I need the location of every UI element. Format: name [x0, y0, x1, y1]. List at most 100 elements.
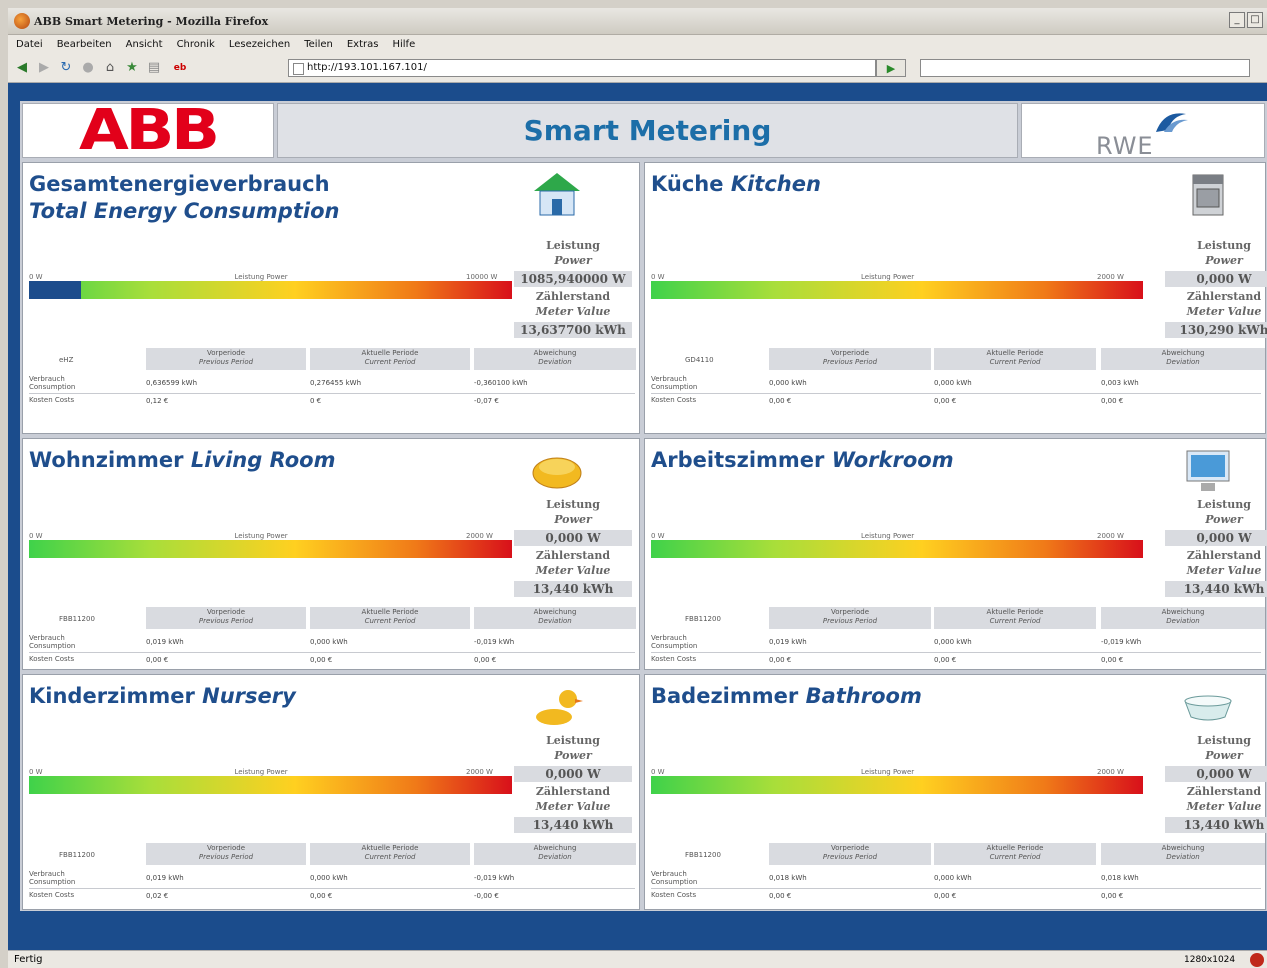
statusbar: Fertig 1280x1024 — [8, 950, 1267, 968]
panel-nursery: Kinderzimmer Nursery Leistung Power 0,000 W… — [22, 674, 640, 910]
meter-id: FBB11200 — [685, 851, 721, 859]
meter-id: FBB11200 — [59, 851, 95, 859]
scale-min: 0 W — [29, 532, 43, 540]
cost-value: 0,00 € — [769, 397, 792, 405]
menu-ansicht[interactable]: Ansicht — [126, 39, 163, 50]
maximize-button[interactable]: □ — [1247, 12, 1263, 28]
menu-teilen[interactable]: Teilen — [304, 39, 333, 50]
minimize-button[interactable]: _ — [1229, 12, 1245, 28]
col-header: Abweichung Deviation — [474, 843, 636, 865]
cost-value: -0,00 € — [474, 892, 499, 900]
forward-icon[interactable]: ▶ — [36, 60, 52, 76]
panel-workroom: Arbeitszimmer Workroom Leistung Power 0,000… — [644, 438, 1267, 670]
stop-icon[interactable]: ● — [80, 60, 96, 76]
scale-max: 2000 W — [466, 532, 493, 540]
search-input[interactable] — [920, 59, 1250, 77]
scale-min: 0 W — [651, 768, 665, 776]
consumption-value: 0,636599 kWh — [146, 379, 198, 387]
power-label: Leistung Power — [546, 239, 600, 267]
window-title: ABB Smart Metering - Mozilla Firefox — [34, 14, 269, 28]
menu-chronik[interactable]: Chronik — [177, 39, 215, 50]
consumption-table: FBB11200 Vorperiode Previous Period Aktuell… — [645, 843, 1267, 903]
meter-label: Zählerstand Meter Value — [535, 290, 611, 318]
cost-value: 0,00 € — [146, 656, 169, 664]
tab-icon[interactable]: ▤ — [146, 60, 162, 76]
power-value: 0,000 W — [1165, 530, 1267, 546]
col-header: Aktuelle Periode Current Period — [934, 348, 1096, 370]
menu-extras[interactable]: Extras — [347, 39, 379, 50]
power-value: 0,000 W — [1165, 271, 1267, 287]
meter-id: FBB11200 — [685, 615, 721, 623]
power-value: 0,000 W — [514, 530, 632, 546]
consumption-table: FBB11200 Vorperiode Previous Period Aktuell… — [645, 607, 1267, 667]
consumption-label: Verbrauch Consumption — [29, 375, 76, 391]
meter-label: Zählerstand Meter Value — [1186, 785, 1262, 813]
consumption-value: 0,276455 kWh — [310, 379, 362, 387]
consumption-value: 0,000 kWh — [310, 638, 348, 646]
go-button[interactable]: ▶ — [876, 59, 906, 77]
panel-title: Kinderzimmer Nursery — [29, 683, 296, 710]
menu-datei[interactable]: Datei — [16, 39, 43, 50]
col-header: Vorperiode Previous Period — [146, 607, 306, 629]
panel-title: Küche Kitchen — [651, 171, 821, 198]
panel-living-room: Wohnzimmer Living Room Leistung Power 0,000… — [22, 438, 640, 670]
row-divider — [29, 393, 635, 394]
power-bar — [651, 281, 1143, 299]
consumption-value: 0,019 kWh — [769, 638, 807, 646]
cost-value: 0,12 € — [146, 397, 169, 405]
power-bar — [651, 540, 1143, 558]
dashboard: ABB Smart Metering RWE Gesamtenergieverb… — [20, 101, 1267, 911]
page-title: Smart Metering — [277, 103, 1018, 158]
cost-label: Kosten Costs — [651, 655, 697, 663]
house-icon — [530, 169, 584, 221]
power-bar-fill — [29, 281, 82, 299]
consumption-value: 0,000 kWh — [769, 379, 807, 387]
col-header: Vorperiode Previous Period — [769, 607, 931, 629]
meter-label: Zählerstand Meter Value — [535, 785, 611, 813]
panel-title: Wohnzimmer Living Room — [29, 447, 335, 474]
menu-hilfe[interactable]: Hilfe — [392, 39, 415, 50]
cost-label: Kosten Costs — [29, 891, 75, 899]
url-input[interactable]: http://193.101.167.101/ — [288, 59, 876, 77]
scale-max: 2000 W — [1097, 273, 1124, 281]
consumption-value: 0,000 kWh — [310, 874, 348, 882]
bookmark-icon[interactable]: ★ — [124, 60, 140, 76]
consumption-value: 0,018 kWh — [769, 874, 807, 882]
cost-value: 0,00 € — [1101, 397, 1124, 405]
stove-icon — [1181, 169, 1235, 221]
title-de: Gesamtenergieverbrauch — [29, 172, 330, 196]
consumption-value: -0,019 kWh — [474, 874, 515, 882]
home-icon[interactable]: ⌂ — [102, 60, 118, 76]
consumption-label: Verbrauch Consumption — [651, 375, 698, 391]
meter-value: 13,637700 kWh — [514, 322, 632, 338]
reload-icon[interactable]: ↻ — [58, 60, 74, 76]
ebay-icon[interactable]: eb — [168, 60, 192, 76]
title-de: Arbeitszimmer — [651, 448, 825, 472]
scale-label: Leistung Power — [861, 273, 915, 281]
title-de: Badezimmer — [651, 684, 799, 708]
power-label: Leistung Power — [1197, 734, 1251, 762]
meter-id: FBB11200 — [59, 615, 95, 623]
consumption-table: FBB11200 Vorperiode Previous Period Aktuell… — [23, 843, 641, 903]
cost-label: Kosten Costs — [29, 396, 75, 404]
menubar: Datei Bearbeiten Ansicht Chronik Lesezei… — [8, 35, 1267, 53]
row-divider — [651, 888, 1261, 889]
col-header: Vorperiode Previous Period — [769, 843, 931, 865]
consumption-value: 0,019 kWh — [146, 874, 184, 882]
title-en: Bathroom — [805, 684, 922, 708]
scale-min: 0 W — [29, 768, 43, 776]
meter-id: eHZ — [59, 356, 74, 364]
col-header: Vorperiode Previous Period — [146, 348, 306, 370]
back-icon[interactable]: ◀ — [14, 60, 30, 76]
menu-lesezeichen[interactable]: Lesezeichen — [229, 39, 290, 50]
consumption-table: FBB11200 Vorperiode Previous Period Aktuell… — [23, 607, 641, 667]
scale-label: Leistung Power — [861, 768, 915, 776]
power-value: 0,000 W — [514, 766, 632, 782]
scale-min: 0 W — [651, 273, 665, 281]
meter-value: 13,440 kWh — [1165, 581, 1267, 597]
title-de: Wohnzimmer — [29, 448, 184, 472]
adblock-icon[interactable] — [1250, 952, 1264, 967]
scale-max: 2000 W — [1097, 532, 1124, 540]
panel-title: Badezimmer Bathroom — [651, 683, 922, 710]
menu-bearbeiten[interactable]: Bearbeiten — [57, 39, 112, 50]
